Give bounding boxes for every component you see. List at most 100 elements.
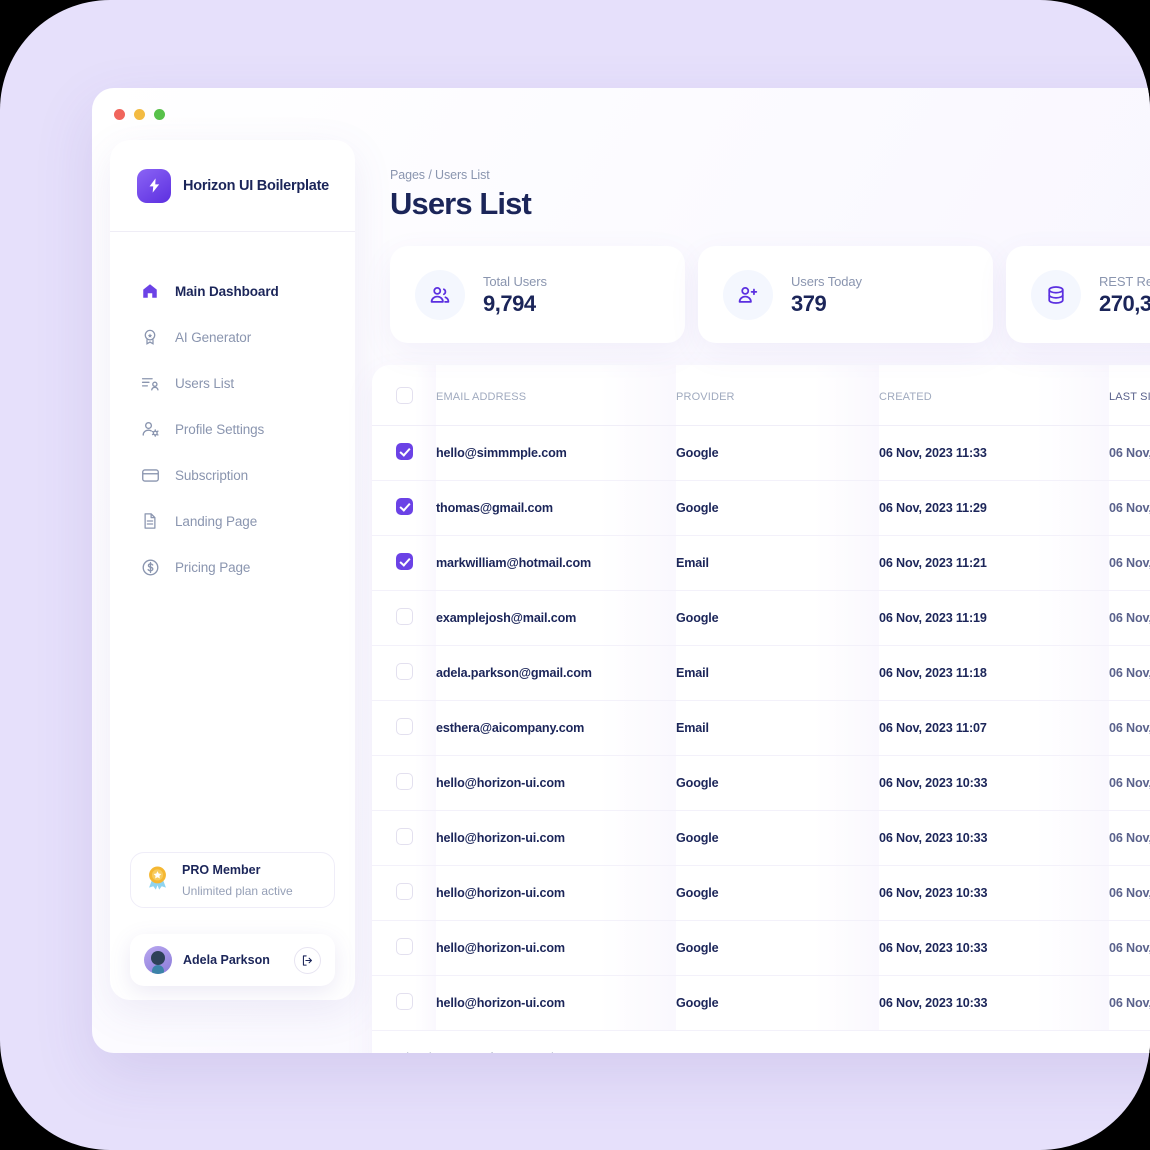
user-gear-icon bbox=[140, 419, 160, 439]
sidebar-item-label: Subscription bbox=[175, 467, 249, 483]
footer-total: 9794 bbox=[496, 1051, 524, 1053]
cell-provider: Google bbox=[676, 480, 879, 536]
row-select-cell bbox=[372, 700, 436, 756]
credit-card-icon bbox=[140, 465, 160, 485]
stat-card-users-today[interactable]: Users Today 379 bbox=[698, 246, 993, 343]
sidebar-item-main-dashboard[interactable]: Main Dashboard bbox=[110, 268, 355, 314]
stat-card-rest-requests[interactable]: REST Requests 270,307 bbox=[1006, 246, 1150, 343]
table-row[interactable]: hello@horizon-ui.com Google 06 Nov, 2023 1… bbox=[372, 865, 1150, 921]
minimize-window-dot[interactable] bbox=[134, 108, 145, 120]
row-checkbox[interactable] bbox=[396, 828, 413, 845]
row-checkbox[interactable] bbox=[396, 883, 413, 900]
main-content: Pages / Users List Users List Total User… bbox=[372, 140, 1150, 1053]
sidebar-item-label: Pricing Page bbox=[175, 559, 251, 575]
select-all-header bbox=[372, 365, 436, 426]
table-row[interactable]: hello@simmmple.com Google 06 Nov, 2023 11:… bbox=[372, 425, 1150, 481]
sidebar-item-profile-settings[interactable]: Profile Settings bbox=[110, 406, 355, 452]
sidebar-nav: Main Dashboard AI Generator Users List P… bbox=[110, 232, 355, 590]
row-select-cell bbox=[372, 920, 436, 976]
stat-label: Users Today bbox=[791, 273, 862, 289]
cell-email: esthera@aicompany.com bbox=[436, 700, 676, 756]
table-row[interactable]: examplejosh@mail.com Google 06 Nov, 2023 1… bbox=[372, 590, 1150, 646]
table-row[interactable]: esthera@aicompany.com Email 06 Nov, 2023 1… bbox=[372, 700, 1150, 756]
pagination-summary: Showing 1 to 7 of 9794 results bbox=[372, 1031, 1150, 1053]
table-row[interactable]: adela.parkson@gmail.com Email 06 Nov, 2023… bbox=[372, 645, 1150, 701]
stat-card-total-users[interactable]: Total Users 9,794 bbox=[390, 246, 685, 343]
footer-mid2: of bbox=[479, 1051, 496, 1053]
page-title: Users List bbox=[390, 186, 532, 221]
cell-provider: Email bbox=[676, 645, 879, 701]
sidebar-item-label: AI Generator bbox=[175, 329, 252, 345]
users-table-card: EMAIL ADDRESS PROVIDER CREATED LAST SIGN… bbox=[372, 365, 1150, 1053]
cell-provider: Google bbox=[676, 920, 879, 976]
window-titlebar bbox=[92, 88, 1150, 140]
row-checkbox[interactable] bbox=[396, 498, 413, 515]
logout-icon[interactable] bbox=[294, 946, 321, 974]
cell-provider: Email bbox=[676, 535, 879, 591]
footer-mid1: to bbox=[455, 1051, 472, 1053]
cell-last-signed-in: 06 Nov, bbox=[1109, 810, 1150, 866]
row-checkbox[interactable] bbox=[396, 663, 413, 680]
sidebar-item-pricing-page[interactable]: Pricing Page bbox=[110, 544, 355, 590]
row-checkbox[interactable] bbox=[396, 993, 413, 1010]
brand-name: Horizon UI Boilerplate bbox=[183, 177, 329, 194]
table-body: hello@simmmple.com Google 06 Nov, 2023 11:… bbox=[372, 425, 1150, 1031]
sidebar-item-ai-generator[interactable]: AI Generator bbox=[110, 314, 355, 360]
cell-created: 06 Nov, 2023 11:21 bbox=[879, 535, 1109, 591]
sidebar-item-landing-page[interactable]: Landing Page bbox=[110, 498, 355, 544]
close-window-dot[interactable] bbox=[114, 108, 125, 120]
row-checkbox[interactable] bbox=[396, 773, 413, 790]
table-row[interactable]: hello@horizon-ui.com Google 06 Nov, 2023 1… bbox=[372, 755, 1150, 811]
row-checkbox[interactable] bbox=[396, 443, 413, 460]
row-checkbox[interactable] bbox=[396, 553, 413, 570]
pro-card-subtitle: Unlimited plan active bbox=[182, 884, 293, 898]
row-checkbox[interactable] bbox=[396, 718, 413, 735]
sidebar-item-label: Profile Settings bbox=[175, 421, 265, 437]
maximize-window-dot[interactable] bbox=[154, 108, 165, 120]
table-row[interactable]: thomas@gmail.com Google 06 Nov, 2023 11:29… bbox=[372, 480, 1150, 536]
table-row[interactable]: hello@horizon-ui.com Google 06 Nov, 2023 1… bbox=[372, 920, 1150, 976]
table-head: EMAIL ADDRESS PROVIDER CREATED LAST SIGN… bbox=[372, 365, 1150, 426]
badge-star-icon bbox=[140, 327, 160, 347]
sidebar-item-subscription[interactable]: Subscription bbox=[110, 452, 355, 498]
table-row[interactable]: hello@horizon-ui.com Google 06 Nov, 2023 1… bbox=[372, 975, 1150, 1031]
cell-email: hello@horizon-ui.com bbox=[436, 755, 676, 811]
row-select-cell bbox=[372, 755, 436, 811]
row-select-cell bbox=[372, 975, 436, 1031]
column-header-created[interactable]: CREATED bbox=[879, 365, 1109, 426]
table-row[interactable]: markwilliam@hotmail.com Email 06 Nov, 2023… bbox=[372, 535, 1150, 591]
table-row[interactable]: hello@horizon-ui.com Google 06 Nov, 2023 1… bbox=[372, 810, 1150, 866]
sidebar-item-users-list[interactable]: Users List bbox=[110, 360, 355, 406]
document-icon bbox=[140, 511, 160, 531]
pro-member-card[interactable]: PRO Member Unlimited plan active bbox=[130, 852, 335, 908]
cell-last-signed-in: 06 Nov, bbox=[1109, 535, 1150, 591]
browser-window: Horizon UI Boilerplate Main Dashboard AI… bbox=[92, 88, 1150, 1053]
row-select-cell bbox=[372, 535, 436, 591]
cell-last-signed-in: 06 Nov, bbox=[1109, 425, 1150, 481]
cell-last-signed-in: 06 Nov, bbox=[1109, 865, 1150, 921]
user-plus-icon bbox=[723, 269, 773, 320]
cell-created: 06 Nov, 2023 11:19 bbox=[879, 590, 1109, 646]
cell-created: 06 Nov, 2023 11:18 bbox=[879, 645, 1109, 701]
cell-created: 06 Nov, 2023 11:07 bbox=[879, 700, 1109, 756]
row-checkbox[interactable] bbox=[396, 938, 413, 955]
cell-provider: Google bbox=[676, 425, 879, 481]
cell-created: 06 Nov, 2023 10:33 bbox=[879, 975, 1109, 1031]
cell-provider: Google bbox=[676, 975, 879, 1031]
footer-prefix: Showing bbox=[398, 1051, 449, 1053]
column-header-last-signed-in[interactable]: LAST SIGNED IN bbox=[1109, 365, 1150, 426]
row-checkbox[interactable] bbox=[396, 608, 413, 625]
user-profile-card[interactable]: Adela Parkson bbox=[130, 934, 335, 986]
stat-cards: Total Users 9,794 Users Today 379 REST R… bbox=[390, 246, 1150, 343]
cell-last-signed-in: 06 Nov, bbox=[1109, 920, 1150, 976]
select-all-checkbox[interactable] bbox=[396, 387, 413, 404]
column-header-email[interactable]: EMAIL ADDRESS bbox=[436, 365, 676, 426]
stat-value: 270,307 bbox=[1099, 290, 1150, 316]
table-header-row: EMAIL ADDRESS PROVIDER CREATED LAST SIGN… bbox=[372, 365, 1150, 426]
cell-provider: Google bbox=[676, 810, 879, 866]
stat-value: 379 bbox=[791, 290, 827, 316]
cell-email: hello@horizon-ui.com bbox=[436, 920, 676, 976]
cell-provider: Google bbox=[676, 865, 879, 921]
column-header-provider[interactable]: PROVIDER bbox=[676, 365, 879, 426]
home-icon bbox=[140, 281, 160, 301]
